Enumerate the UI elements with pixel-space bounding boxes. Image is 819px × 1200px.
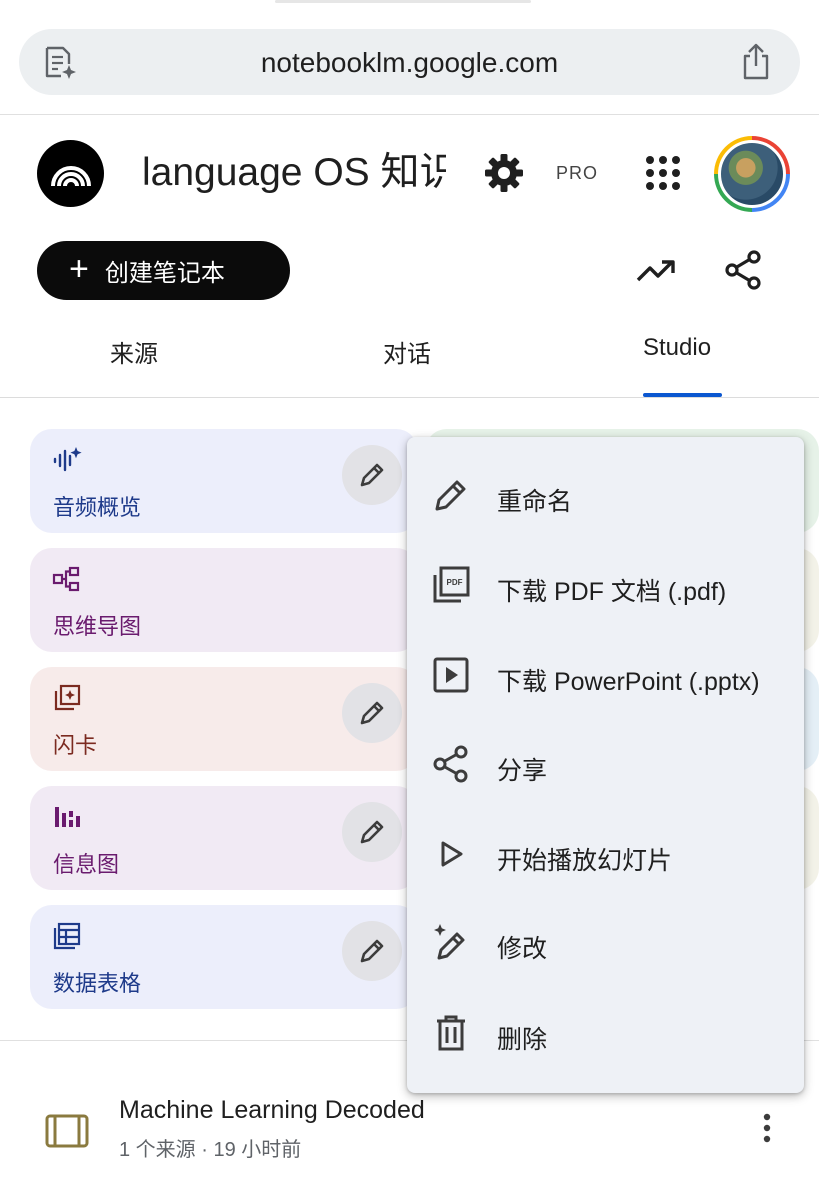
studio-card-infographic[interactable]: 信息图 [30, 786, 418, 890]
pencil-icon [360, 820, 384, 844]
menu-item-download-pptx[interactable]: 下载 PowerPoint (.pptx) [407, 635, 804, 715]
mind-map-icon [52, 566, 80, 592]
pencil-icon [360, 701, 384, 725]
create-notebook-button[interactable]: + 创建笔记本 [37, 241, 290, 300]
edit-button[interactable] [342, 802, 402, 862]
svg-text:PDF: PDF [447, 578, 463, 587]
studio-card-data-table[interactable]: 数据表格 [30, 905, 418, 1009]
gear-icon[interactable] [483, 152, 525, 194]
studio-card-label: 思维导图 [53, 614, 142, 639]
studio-card-label: 闪卡 [53, 733, 98, 758]
edit-button[interactable] [342, 445, 402, 505]
edit-button[interactable] [342, 683, 402, 743]
menu-item-delete[interactable]: 删除 [407, 993, 804, 1073]
studio-card-mind-map[interactable]: 思维导图 [30, 548, 418, 652]
tabs-divider [0, 397, 819, 398]
browser-handle [275, 0, 531, 3]
table-icon [53, 922, 81, 950]
audio-sparkle-icon [53, 447, 82, 472]
menu-item-label: 修改 [497, 935, 548, 963]
menu-item-label: 重命名 [497, 488, 573, 516]
apps-grid-icon[interactable] [644, 154, 682, 192]
notebook-title[interactable]: language OS 知识 [142, 151, 446, 194]
menu-item-rename[interactable]: 重命名 [407, 455, 804, 535]
notebook-title-container[interactable]: language OS 知识 [142, 145, 446, 201]
share-icon [433, 745, 468, 783]
notebooklm-logo-icon[interactable] [37, 140, 104, 207]
menu-item-label: 下载 PowerPoint (.pptx) [497, 668, 760, 696]
magic-pencil-icon [434, 924, 465, 960]
studio-card-flashcards[interactable]: 闪卡 [30, 667, 418, 771]
pdf-icon: PDF [433, 566, 470, 603]
menu-item-label: 开始播放幻灯片 [497, 847, 673, 875]
address-bar[interactable]: notebooklm.google.com [19, 29, 800, 95]
tab-sources[interactable]: 来源 [110, 334, 158, 369]
pencil-icon [435, 480, 466, 511]
pencil-icon [360, 463, 384, 487]
plus-icon: + [69, 250, 89, 288]
menu-item-label: 分享 [497, 757, 548, 785]
note-subtitle: 1 个来源 · 19 小时前 [119, 1139, 302, 1161]
tab-chat[interactable]: 对话 [383, 334, 431, 369]
slideshow-icon [433, 657, 469, 693]
tab-studio[interactable]: Studio [643, 334, 711, 362]
studio-card-audio-overview[interactable]: 音频概览 [30, 429, 418, 533]
menu-item-label: 下载 PDF 文档 (.pdf) [497, 578, 727, 606]
avatar[interactable] [714, 136, 790, 212]
play-icon [441, 841, 463, 867]
trending-up-icon[interactable] [634, 250, 678, 290]
studio-card-label: 音频概览 [53, 495, 142, 520]
studio-card-label: 信息图 [53, 852, 120, 877]
menu-item-modify[interactable]: 修改 [407, 902, 804, 982]
trash-icon [437, 1015, 465, 1051]
pencil-icon [360, 939, 384, 963]
studio-card-label: 数据表格 [53, 971, 142, 996]
note-title[interactable]: Machine Learning Decoded [119, 1096, 425, 1125]
share-icon[interactable] [722, 249, 764, 291]
flashcard-icon [54, 684, 81, 711]
create-notebook-label: 创建笔记本 [104, 260, 225, 287]
infographic-icon [55, 807, 80, 827]
menu-item-start-slideshow[interactable]: 开始播放幻灯片 [407, 814, 804, 894]
more-vert-icon[interactable] [752, 1110, 782, 1146]
menu-item-download-pdf[interactable]: PDF 下载 PDF 文档 (.pdf) [407, 545, 804, 625]
share-upload-icon[interactable] [736, 42, 776, 82]
edit-button[interactable] [342, 921, 402, 981]
url-text[interactable]: notebooklm.google.com [19, 47, 800, 79]
menu-item-label: 删除 [497, 1026, 548, 1054]
avatar-image [718, 140, 786, 208]
chrome-divider [0, 114, 819, 115]
pro-badge: PRO [556, 163, 599, 183]
context-menu: 重命名 PDF 下载 PDF 文档 (.pdf) 下载 PowerPoint (… [407, 437, 804, 1093]
menu-item-share[interactable]: 分享 [407, 724, 804, 804]
slides-icon [45, 1114, 89, 1148]
